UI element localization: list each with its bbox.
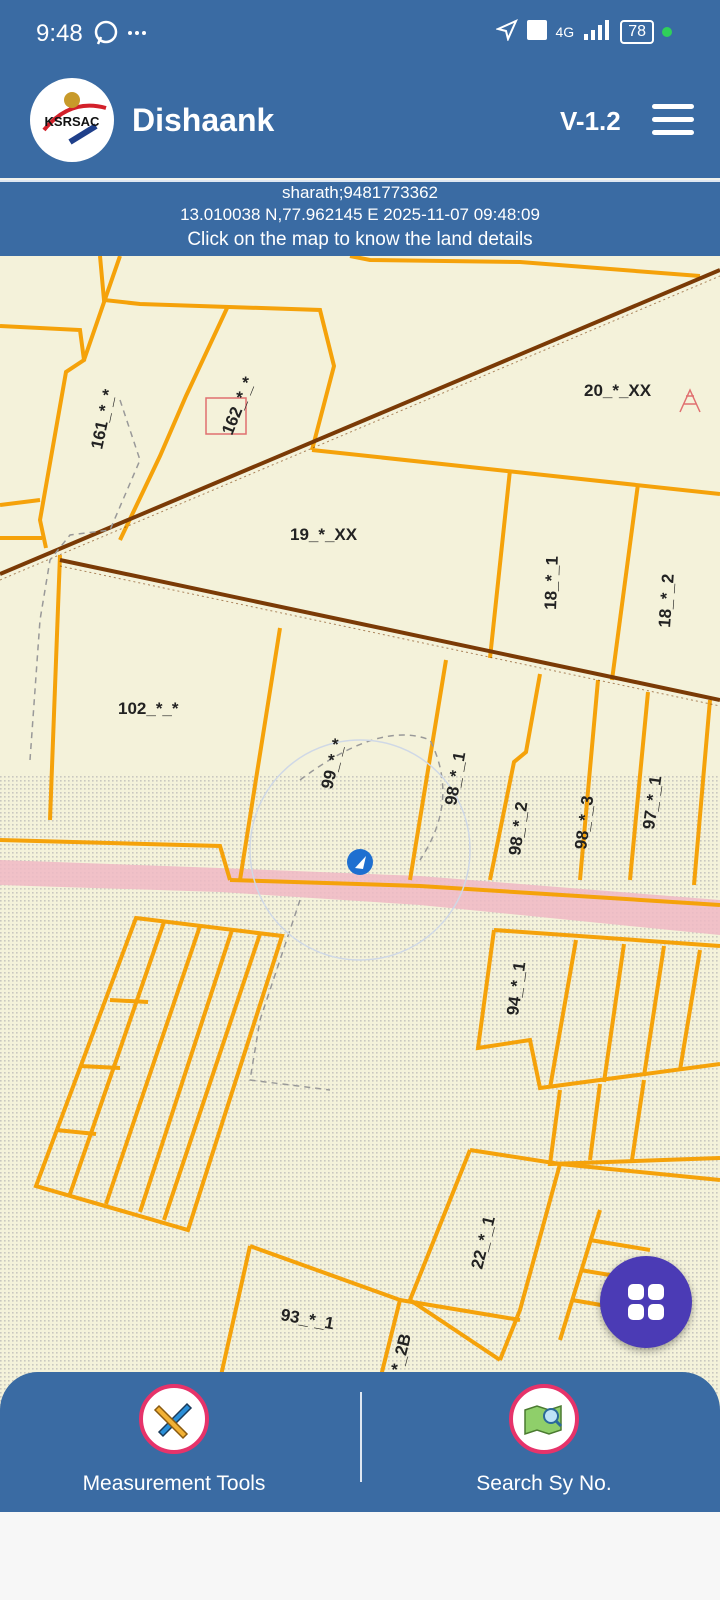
coordinates-time: 13.010038 N,77.962145 E 2025-11-07 09:48…: [180, 205, 540, 224]
info-band: sharath;9481773362 13.010038 N,77.962145…: [0, 180, 720, 256]
map-search-icon: [509, 1384, 579, 1454]
map-hint: Click on the map to know the land detail…: [187, 229, 533, 250]
toolbar-divider: [360, 1392, 362, 1482]
map-background: [0, 256, 720, 776]
location-arrow-icon: [494, 19, 518, 44]
network-label: 4G: [555, 23, 575, 40]
plot-label: 19_*_XX: [290, 525, 358, 544]
logo-text: KSRSAC: [45, 114, 101, 129]
privacy-dot-icon: [662, 26, 672, 37]
status-bar: 9:48 4G 78: [0, 0, 720, 64]
grid-apps-icon[interactable]: [600, 1256, 692, 1348]
search-sy-no-label: Search Sy No.: [476, 1472, 612, 1495]
status-right: 4G 78: [494, 18, 672, 45]
user-info: sharath;9481773362: [282, 183, 438, 202]
measurement-tools-label: Measurement Tools: [82, 1472, 266, 1495]
whatsapp-icon: [94, 18, 154, 53]
volte-icon: [526, 18, 548, 45]
version-label: V-1.2: [560, 106, 621, 136]
app-title: Dishaank: [132, 102, 275, 138]
plot-label: 102_*_*: [118, 699, 179, 718]
bottom-dotted-strip: [0, 1512, 720, 1600]
plot-label: 18_*_1: [541, 556, 562, 611]
signal-4g-icon: [582, 19, 612, 44]
bottom-toolbar: Measurement Tools Search Sy No.: [0, 1372, 720, 1512]
status-time: 9:48: [36, 20, 83, 47]
battery-level: 78: [620, 19, 654, 44]
app-bar: KSRSAC Dishaank V-1.2: [0, 64, 720, 178]
current-location-icon: [347, 849, 373, 875]
ruler-pencil-icon: [139, 1384, 209, 1454]
ksrsac-logo: KSRSAC: [30, 78, 114, 162]
hamburger-icon[interactable]: [652, 104, 694, 138]
search-survey-number-button[interactable]: Search Sy No.: [384, 1384, 704, 1496]
plot-label: 18_*_2: [655, 573, 678, 628]
measurement-tools-button[interactable]: Measurement Tools: [14, 1384, 334, 1496]
plot-label: 20_*_XX: [584, 381, 652, 400]
